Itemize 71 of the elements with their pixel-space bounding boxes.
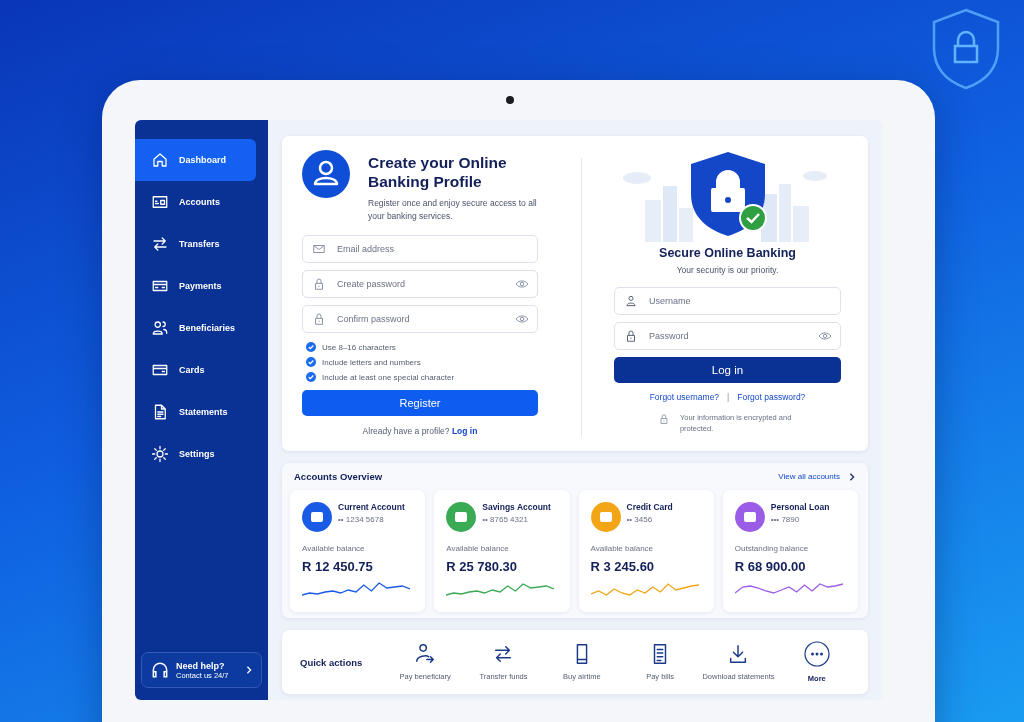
login-subtitle: Your security is our priority.	[675, 264, 780, 277]
account-name: Personal Loan	[770, 502, 830, 512]
nav-item[interactable]: Statements	[135, 391, 256, 433]
balance-amount: R 25 780.30	[446, 559, 519, 574]
input-field[interactable]: Create password	[302, 270, 538, 298]
nav-item[interactable]: Transfers	[135, 223, 256, 265]
account-name: Credit Card	[626, 502, 673, 512]
input-field[interactable]: Password	[614, 322, 841, 350]
password-rule: Include at least one special character	[322, 372, 455, 382]
password-rule: Use 8–16 characters	[322, 342, 396, 352]
account-number: ••• 7890	[770, 515, 801, 524]
chevron-icon[interactable]	[848, 472, 856, 481]
arrows-icon	[151, 235, 169, 253]
balance-label: Available balance	[302, 544, 366, 553]
section-title: Accounts Overview	[294, 471, 383, 482]
account-number: •• 3456	[626, 515, 654, 524]
nav-item[interactable]: Dashboard	[135, 139, 256, 181]
chevron-icon	[245, 666, 253, 674]
lock-icon	[658, 412, 670, 426]
balance-label: Available balance	[446, 544, 510, 553]
input-field[interactable]: Username	[614, 287, 841, 315]
nav-item[interactable]: Payments	[135, 265, 256, 307]
forgot-username-link[interactable]: Forgot username?	[649, 392, 720, 402]
account-number: •• 8765 4321	[482, 515, 529, 524]
account-card[interactable]: Savings Account •• 8765 4321 Available balance R 25 780.30	[434, 490, 570, 612]
register-title: Create your Online Banking Profile	[368, 153, 508, 191]
login-prompt: Already have a profile?	[362, 426, 450, 436]
register-subtitle: Register once and enjoy secure access to all your banking services.	[368, 197, 538, 223]
people-icon	[151, 319, 169, 337]
person-arrow-icon	[414, 643, 437, 665]
lock-icon	[624, 329, 638, 343]
nav-item[interactable]: Accounts	[135, 181, 256, 223]
nav-item[interactable]: Beneficiaries	[135, 307, 256, 349]
input-field[interactable]: Email address	[302, 235, 538, 263]
eye-icon[interactable]	[818, 329, 832, 343]
mail-icon	[312, 242, 326, 256]
eye-icon[interactable]	[515, 312, 529, 326]
register-button[interactable]: Register	[302, 390, 538, 416]
account-number: •• 1234 5678	[338, 515, 385, 524]
balance-label: Available balance	[590, 544, 655, 553]
account-card[interactable]: Personal Loan ••• 7890 Outstanding balance R 68 900.00	[722, 490, 858, 612]
balance-amount: R 3 245.60	[590, 559, 656, 574]
view-all-link[interactable]: View all accounts	[778, 472, 840, 481]
account-card[interactable]: Credit Card •• 3456 Available balance R 3 245.60	[578, 490, 714, 612]
lock-icon	[312, 312, 326, 326]
shield-icon	[931, 8, 1001, 90]
forgot-password-link[interactable]: Forgot password?	[737, 392, 806, 402]
section-title: Quick actions	[300, 656, 364, 668]
login-title: Secure Online Banking	[658, 246, 797, 260]
lock-icon	[312, 277, 326, 291]
balance-amount: R 12 450.75	[302, 559, 374, 574]
nav-item[interactable]: Settings	[135, 433, 256, 475]
eye-icon[interactable]	[515, 277, 529, 291]
separator: |	[727, 392, 730, 402]
login-button[interactable]: Log in	[614, 357, 841, 383]
input-field[interactable]: Confirm password	[302, 305, 538, 333]
more-icon	[803, 641, 830, 667]
user-icon	[302, 150, 350, 198]
balance-amount: R 68 900.00	[734, 559, 807, 574]
id-card-icon	[151, 193, 169, 211]
account-name: Savings Account	[482, 502, 551, 512]
login-link[interactable]: Log in	[451, 426, 478, 436]
user-icon	[624, 294, 638, 308]
camera-dot	[506, 96, 514, 104]
headset-icon	[150, 660, 170, 680]
nav-item[interactable]: Cards	[135, 349, 256, 391]
account-card[interactable]: Current Account •• 1234 5678 Available balance R 12 450.75	[290, 490, 426, 612]
balance-label: Outstanding balance	[734, 544, 810, 553]
account-name: Current Account	[338, 502, 405, 512]
password-rule: Include letters and numbers	[322, 357, 421, 367]
home-icon	[151, 151, 169, 169]
